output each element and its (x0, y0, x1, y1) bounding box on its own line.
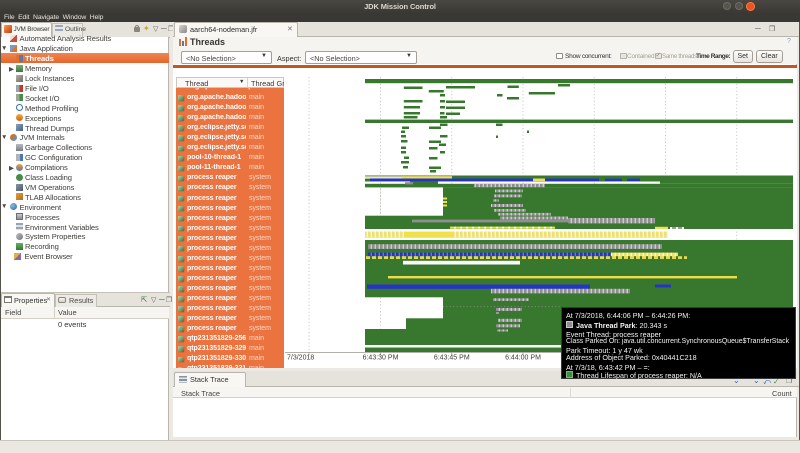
svg-text:6:44:00 PM: 6:44:00 PM (505, 355, 541, 362)
svg-text:6:43:45 PM: 6:43:45 PM (434, 355, 470, 362)
svg-text:7/3/2018: 7/3/2018 (287, 355, 314, 362)
svg-text:6:43:30 PM: 6:43:30 PM (363, 355, 399, 362)
